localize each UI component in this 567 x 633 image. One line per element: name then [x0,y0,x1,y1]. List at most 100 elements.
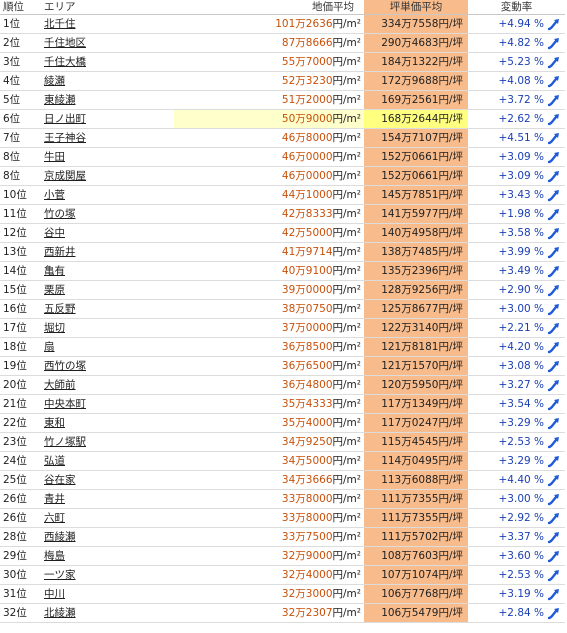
rank-cell: 25位 [0,470,34,490]
area-link[interactable]: 大師前 [44,379,76,391]
area-link[interactable]: 牛田 [44,151,65,163]
area-link[interactable]: 北綾瀬 [44,607,76,619]
area-cell: 竹ノ塚駅 [34,432,174,452]
area-link[interactable]: 日ノ出町 [44,113,86,125]
area-link[interactable]: 谷在家 [44,474,76,486]
price-unit: 円/m² [332,360,361,372]
area-link[interactable]: 東綾瀬 [44,94,76,106]
area-link[interactable]: 西新井 [44,246,76,258]
table-row: 24位 弘道 34万5000円/m² 114万0495円/坪 +3.29 % [0,451,565,471]
price-value: 42万5000 [281,227,333,239]
area-link[interactable]: 綾瀬 [44,75,65,87]
area-link[interactable]: 青井 [44,493,65,505]
price-unit: 円/m² [332,569,361,581]
tsubo-cell: 135万2396円/坪 [364,261,468,281]
trend-up-arrow-icon [547,209,559,221]
area-link[interactable]: 王子神谷 [44,132,86,144]
area-link[interactable]: 栗原 [44,284,65,296]
area-link[interactable]: 千住大橋 [44,56,86,68]
trend-up-arrow-icon [547,190,559,202]
area-link[interactable]: 東和 [44,417,65,429]
area-link[interactable]: 西綾瀬 [44,531,76,543]
rank-cell: 23位 [0,432,34,452]
rank-cell: 13位 [0,242,34,262]
change-cell: +2.53 % [468,432,565,452]
price-value: 33万7500 [281,531,333,543]
rank-cell: 11位 [0,204,34,224]
area-link[interactable]: 亀有 [44,265,65,277]
area-link[interactable]: 堀切 [44,322,65,334]
change-cell: +3.58 % [468,223,565,243]
change-value: +4.40 % [498,474,545,486]
rank-cell: 21位 [0,394,34,414]
area-cell: 西綾瀬 [34,527,174,547]
area-link[interactable]: 竹の塚 [44,208,76,220]
trend-up-arrow-icon [547,171,559,183]
change-value: +3.72 % [498,94,545,106]
area-cell: 日ノ出町 [34,109,174,129]
price-cell: 36万4800円/m² [174,375,364,395]
area-link[interactable]: 千住地区 [44,37,86,49]
area-link[interactable]: 竹ノ塚駅 [44,436,86,448]
price-cell: 32万2307円/m² [174,603,364,623]
price-unit: 円/m² [332,56,361,68]
area-cell: 亀有 [34,261,174,281]
rank-cell: 14位 [0,261,34,281]
price-unit: 円/m² [332,132,361,144]
area-link[interactable]: 五反野 [44,303,76,315]
area-link[interactable]: 中川 [44,588,65,600]
change-cell: +3.72 % [468,90,565,110]
area-link[interactable]: 扇 [44,341,55,353]
tsubo-cell: 145万7851円/坪 [364,185,468,205]
change-value: +2.92 % [498,512,545,524]
area-link[interactable]: 梅島 [44,550,65,562]
price-unit: 円/m² [332,455,361,467]
tsubo-cell: 113万6088円/坪 [364,470,468,490]
rank-cell: 5位 [0,90,34,110]
change-value: +4.08 % [498,75,545,87]
trend-up-arrow-icon [547,76,559,88]
area-link[interactable]: 小菅 [44,189,65,201]
area-link[interactable]: 中央本町 [44,398,86,410]
tsubo-cell: 111万7355円/坪 [364,508,468,528]
price-value: 40万9100 [281,265,333,277]
price-value: 34万3666 [281,474,333,486]
trend-up-arrow-icon [547,323,559,335]
change-value: +1.98 % [498,208,545,220]
area-link[interactable]: 六町 [44,512,65,524]
price-value: 50万9000 [281,113,333,125]
tsubo-cell: 115万4545円/坪 [364,432,468,452]
price-unit: 円/m² [332,474,361,486]
price-unit: 円/m² [332,189,361,201]
area-link[interactable]: 谷中 [44,227,65,239]
change-value: +4.51 % [498,132,545,144]
trend-up-arrow-icon [547,228,559,240]
rank-cell: 1位 [0,14,34,34]
price-cell: 42万8333円/m² [174,204,364,224]
header-rank: 順位 [0,0,34,15]
table-header: 順位 エリア 地価平均 坪単価平均 変動率 [0,0,565,15]
rank-cell: 10位 [0,185,34,205]
change-value: +3.37 % [498,531,545,543]
table-row: 3位 千住大橋 55万7000円/m² 184万1322円/坪 +5.23 % [0,52,565,72]
area-cell: 谷在家 [34,470,174,490]
change-value: +3.49 % [498,265,545,277]
area-cell: 小菅 [34,185,174,205]
area-link[interactable]: 弘道 [44,455,65,467]
rank-cell: 15位 [0,280,34,300]
area-link[interactable]: 北千住 [44,18,76,30]
price-value: 32万3000 [281,588,333,600]
table-row: 26位 六町 33万8000円/m² 111万7355円/坪 +2.92 % [0,508,565,528]
trend-up-arrow-icon [547,494,559,506]
price-value: 44万1000 [281,189,333,201]
area-link[interactable]: 一ツ家 [44,569,76,581]
area-link[interactable]: 京成関屋 [44,170,86,182]
tsubo-cell: 117万0247円/坪 [364,413,468,433]
change-cell: +4.94 % [468,14,565,34]
trend-up-arrow-icon [547,418,559,430]
area-link[interactable]: 西竹の塚 [44,360,86,372]
area-cell: 王子神谷 [34,128,174,148]
price-unit: 円/m² [332,170,361,182]
trend-up-arrow-icon [547,133,559,145]
tsubo-cell: 154万7107円/坪 [364,128,468,148]
